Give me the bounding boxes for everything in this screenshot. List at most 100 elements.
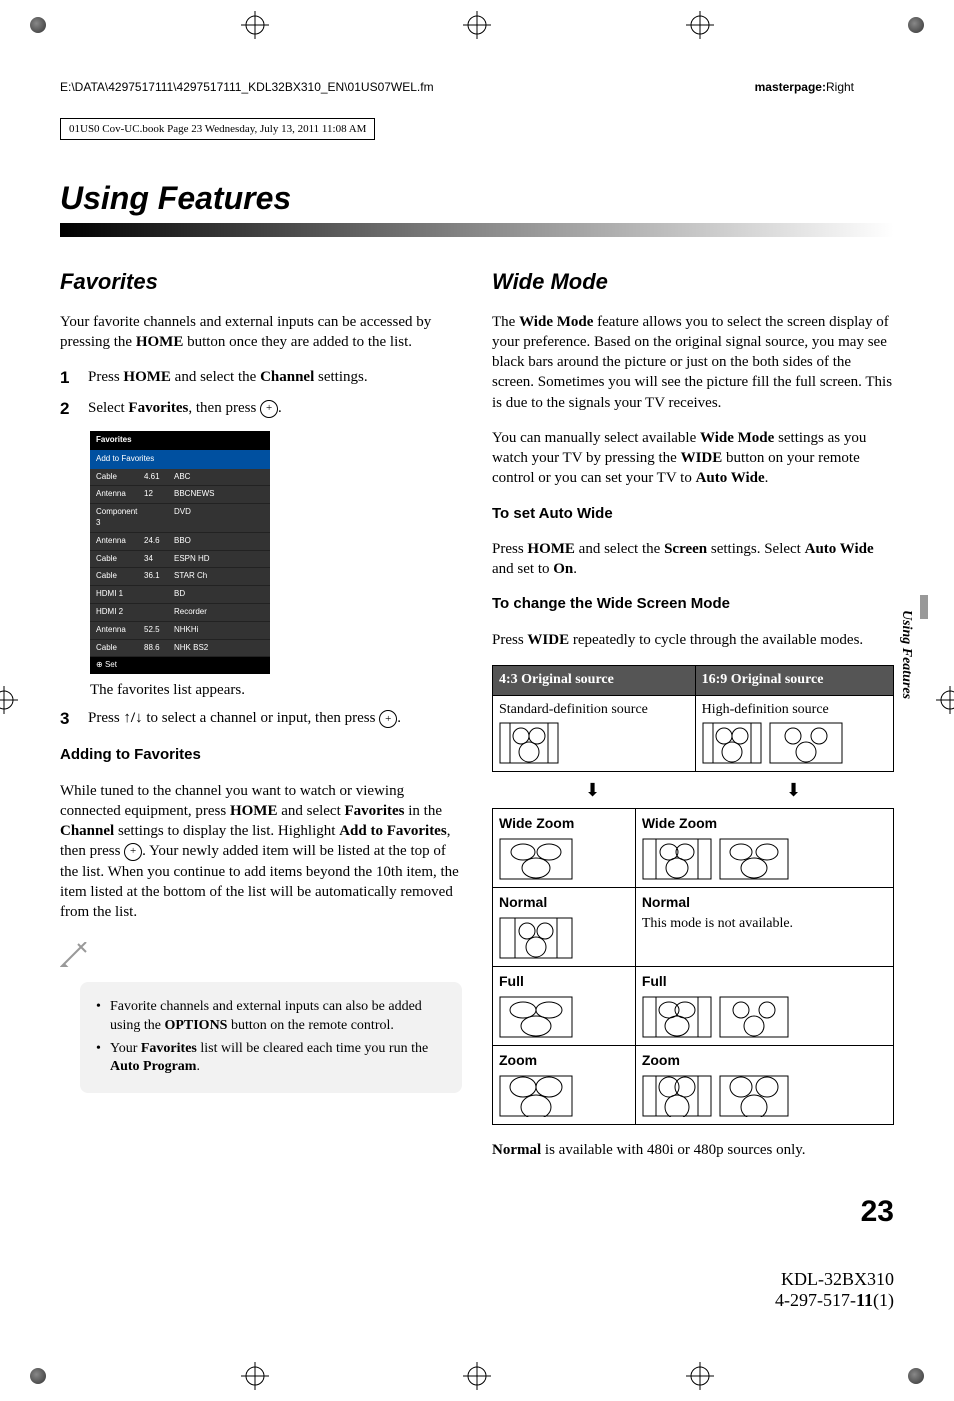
wide-mode-title: Wide Mode (492, 267, 894, 297)
auto-wide-label: Auto Wide (696, 470, 765, 486)
channel-label: Channel (60, 823, 114, 839)
text: and select the (171, 369, 260, 385)
registration-mark-icon (908, 1368, 924, 1384)
wide-mode-p2: You can manually select available Wide M… (492, 428, 894, 489)
step-3: 3 Press ↑/↓ to select a channel or input… (60, 708, 462, 731)
text: Press (492, 541, 527, 557)
text: 11 (856, 1290, 873, 1310)
top-crop-marks (0, 0, 954, 50)
right-column: Wide Mode The Wide Mode feature allows y… (492, 267, 894, 1175)
mode-label: Normal (499, 893, 629, 912)
auto-wide-label: Auto Wide (805, 541, 874, 557)
favorites-osd: Favorites Add to Favorites Cable4.61ABCA… (90, 431, 270, 674)
add-to-favorites-label: Add to Favorites (339, 823, 447, 839)
left-crop-marks (0, 686, 18, 714)
screen-icon (719, 838, 789, 880)
text: settings. (314, 369, 367, 385)
text: settings to display the list. Highlight (114, 823, 339, 839)
osd-row: HDMI 1BD (90, 586, 270, 604)
text: Press (88, 369, 123, 385)
step-number: 1 (60, 367, 88, 390)
screen-43-icon (702, 722, 762, 764)
osd-row: Antenna12BBCNEWS (90, 486, 270, 504)
screen-43-icon (499, 722, 559, 764)
home-label: HOME (527, 541, 575, 557)
chapter-title: Using Features (60, 180, 894, 217)
hd-source-cell: High-definition source (695, 695, 893, 771)
change-mode-title: To change the Wide Screen Mode (492, 594, 894, 614)
screen-icon (499, 838, 573, 880)
crop-mark-icon (936, 686, 954, 714)
text: . (278, 400, 282, 416)
tip-bubble: • Favorite channels and external inputs … (80, 982, 462, 1094)
text: . (397, 710, 401, 726)
text: to select a channel or input, then press (143, 710, 380, 726)
full-43: Full (493, 966, 636, 1045)
bottom-crop-marks (0, 1351, 954, 1401)
mode-label: Full (499, 972, 629, 991)
crop-mark-icon (241, 11, 269, 39)
wide-mode-label: Wide Mode (519, 314, 593, 330)
favorites-intro: Your favorite channels and external inpu… (60, 312, 462, 353)
text: You can manually select available (492, 430, 700, 446)
screen-icon (719, 996, 789, 1038)
page-content: E:\DATA\4297517111\4297517111_KDL32BX310… (0, 50, 954, 1351)
screen-icon (642, 996, 712, 1038)
text: is available with 480i or 480p sources o… (541, 1142, 805, 1158)
text: and set to (492, 561, 553, 577)
bullet-icon: • (96, 998, 110, 1036)
masterpage-value: Right (826, 80, 854, 94)
text: Press (492, 632, 527, 648)
registration-mark-icon (908, 17, 924, 33)
masterpage-label: masterpage:Right (755, 80, 854, 94)
text: , then press (188, 400, 260, 416)
home-label: HOME (123, 369, 171, 385)
mode-label: Zoom (642, 1051, 887, 1070)
step-body: Press HOME and select the Channel settin… (88, 367, 462, 387)
normal-43: Normal (493, 887, 636, 966)
sd-source-label: Standard-definition source (499, 701, 689, 720)
favorites-label: Favorites (141, 1041, 197, 1056)
osd-footer: ⊕ Set (90, 657, 270, 674)
footer: KDL-32BX310 4-297-517-11(1) (60, 1269, 894, 1311)
col-header-43: 4:3 Original source (493, 665, 696, 695)
arrow-row: ⬇ ⬇ (492, 780, 894, 800)
wide-mode-source-table: 4:3 Original source 16:9 Original source… (492, 665, 894, 772)
step-number: 3 (60, 708, 88, 731)
change-mode-text: Press WIDE repeatedly to cycle through t… (492, 630, 894, 650)
wide-button-label: WIDE (681, 450, 723, 466)
wide-mode-table: Wide Zoom Wide Zoom Normal N (492, 808, 894, 1125)
set-auto-wide-title: To set Auto Wide (492, 504, 894, 524)
masterpage-key: masterpage: (755, 80, 826, 94)
screen-icon (719, 1075, 789, 1117)
tip-text: Your Favorites list will be cleared each… (110, 1040, 446, 1078)
osd-row: Cable88.6NHK BS2 (90, 640, 270, 658)
crop-mark-icon (686, 11, 714, 39)
footer-code: 4-297-517-11(1) (60, 1290, 894, 1311)
channel-label: Channel (260, 369, 314, 385)
divider-gradient (60, 223, 894, 237)
not-available-text: This mode is not available. (642, 915, 887, 934)
auto-program-label: Auto Program (110, 1059, 196, 1074)
favorites-title: Favorites (60, 267, 462, 297)
osd-row: Cable34ESPN HD (90, 551, 270, 569)
tip-box: • Favorite channels and external inputs … (60, 942, 462, 1093)
text: in the (405, 803, 443, 819)
crop-mark-icon (686, 1362, 714, 1390)
osd-row: HDMI 2Recorder (90, 604, 270, 622)
zoom-43: Zoom (493, 1045, 636, 1124)
normal-note: Normal is available with 480i or 480p so… (492, 1140, 894, 1160)
text: settings. Select (707, 541, 805, 557)
on-label: On (553, 561, 573, 577)
set-label: Set (105, 660, 117, 669)
step-number: 2 (60, 398, 88, 421)
normal-label: Normal (492, 1142, 541, 1158)
osd-row: Cable4.61ABC (90, 469, 270, 487)
down-arrow-icon: ⬇ (492, 778, 693, 802)
text: Your (110, 1041, 141, 1056)
crop-mark-icon (463, 11, 491, 39)
crop-mark-icon (0, 686, 18, 714)
mode-label: Full (642, 972, 887, 991)
side-tab-label: Using Features (898, 610, 914, 699)
hd-source-label: High-definition source (702, 701, 887, 720)
